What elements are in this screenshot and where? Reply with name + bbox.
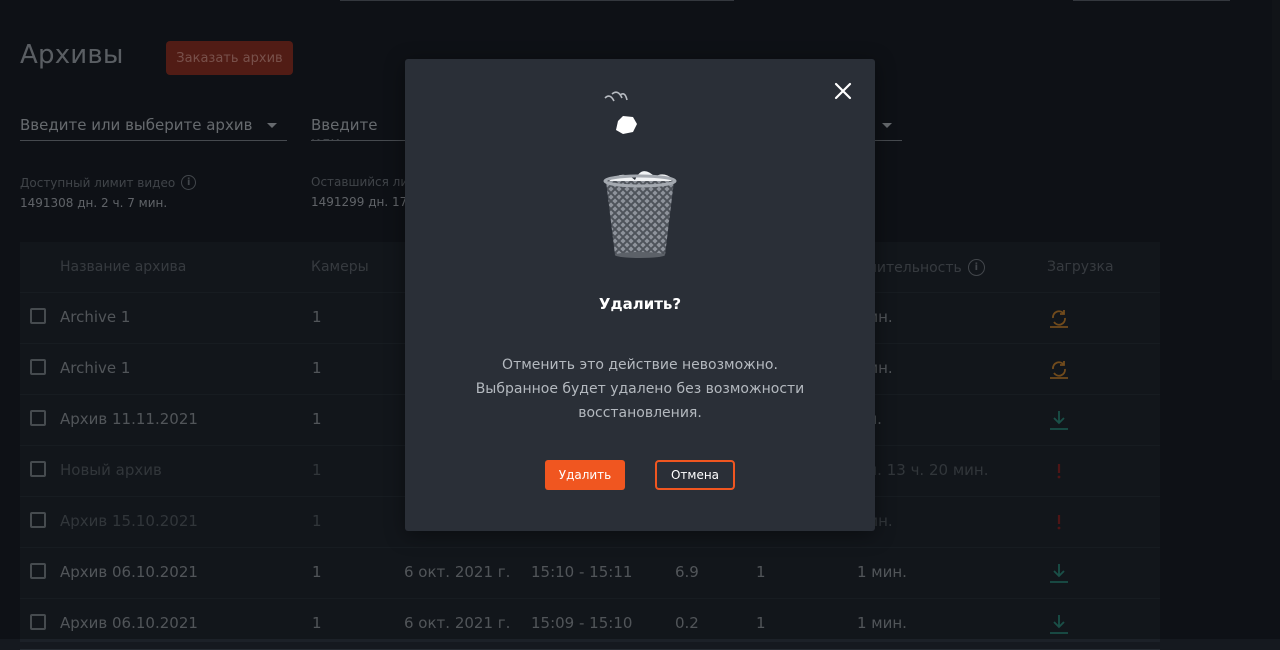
modal-title: Удалить? [598, 295, 682, 313]
trash-can-icon [603, 91, 677, 258]
modal-message-line: восстановления. [578, 405, 702, 421]
modal-message: Отменить это действие невозможно. Выбран… [405, 353, 875, 425]
modal-message-line: Отменить это действие невозможно. [502, 357, 778, 373]
modal-message-line: Выбранное будет удалено без возможности [475, 381, 805, 397]
close-icon[interactable] [831, 79, 855, 103]
confirm-delete-button[interactable]: Удалить [545, 460, 625, 490]
delete-confirm-modal: Удалить? Отменить это действие невозможн… [405, 59, 875, 531]
cancel-button[interactable]: Отмена [655, 460, 735, 490]
